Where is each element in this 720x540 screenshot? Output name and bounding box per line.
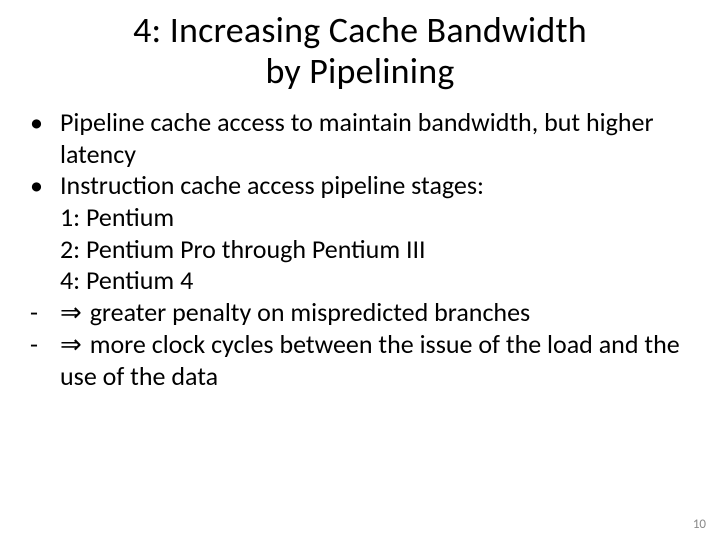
dash-text-content: greater penalty on mispredicted branches [90,296,531,328]
page-number: 10 [693,517,706,532]
dash-text: ⇒ greater penalty on mispredicted branch… [60,297,694,329]
dash-marker: - [26,297,60,329]
sub-item: 2: Pentium Pro through Pentium III [26,234,694,266]
bullet-text: Instruction cache access pipeline stages… [60,170,694,202]
sub-item: 4: Pentium 4 [26,265,694,297]
dash-text-content: more clock cycles between the issue of t… [60,328,680,392]
slide-body: • Pipeline cache access to maintain band… [0,93,720,392]
implies-arrow-icon: ⇒ [60,297,84,327]
indent-spacer [26,202,60,234]
title-line-1: 4: Increasing Cache Bandwidth [0,10,720,51]
sub-text: 4: Pentium 4 [60,265,694,297]
dash-item: - ⇒ more clock cycles between the issue … [26,329,694,392]
dash-marker: - [26,329,60,392]
bullet-item: • Instruction cache access pipeline stag… [26,170,694,202]
dash-item: - ⇒ greater penalty on mispredicted bran… [26,297,694,329]
slide-title: 4: Increasing Cache Bandwidth by Pipelin… [0,0,720,93]
title-line-2: by Pipelining [0,51,720,92]
sub-item: 1: Pentium [26,202,694,234]
bullet-item: • Pipeline cache access to maintain band… [26,107,694,170]
indent-spacer [26,234,60,266]
bullet-marker: • [26,107,60,170]
dash-text: ⇒ more clock cycles between the issue of… [60,329,694,392]
sub-text: 1: Pentium [60,202,694,234]
sub-text: 2: Pentium Pro through Pentium III [60,234,694,266]
indent-spacer [26,265,60,297]
slide: 4: Increasing Cache Bandwidth by Pipelin… [0,0,720,540]
implies-arrow-icon: ⇒ [60,329,84,359]
bullet-marker: • [26,170,60,202]
bullet-text: Pipeline cache access to maintain bandwi… [60,107,694,170]
